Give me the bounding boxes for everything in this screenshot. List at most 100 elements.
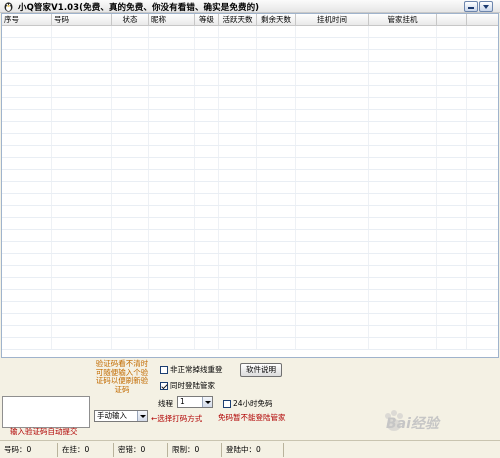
reconnect-checkbox[interactable]: 非正常掉线重登 — [160, 364, 223, 375]
column-header-active-days[interactable]: 活跃天数 — [219, 14, 257, 26]
column-header-level[interactable]: 等级 — [195, 14, 219, 26]
column-header-status[interactable]: 状态 — [112, 14, 149, 26]
column-header-nickname[interactable]: 昵称 — [149, 14, 195, 26]
chevron-down-icon[interactable] — [202, 397, 212, 407]
table-cell — [2, 290, 52, 301]
table-cell — [369, 206, 437, 217]
table-row — [2, 62, 498, 74]
table-cell — [296, 254, 369, 265]
table-cell — [437, 230, 467, 241]
table-cell — [149, 110, 195, 121]
table-row — [2, 26, 498, 38]
table-cell — [112, 74, 149, 85]
table-cell — [149, 146, 195, 157]
table-cell — [437, 110, 467, 121]
table-cell — [467, 278, 498, 289]
table-cell — [467, 98, 498, 109]
checkbox-box-checked[interactable] — [160, 381, 168, 390]
table-cell — [219, 314, 257, 325]
help-button[interactable]: 软件说明 — [240, 363, 282, 377]
table-cell — [437, 218, 467, 229]
table-cell — [437, 74, 467, 85]
table-cell — [296, 38, 369, 49]
column-header-guard-online[interactable]: 管家挂机 — [369, 14, 437, 26]
free-24h-checkbox[interactable]: 24小时免码 — [223, 398, 273, 409]
table-cell — [257, 278, 296, 289]
table-cell — [467, 182, 498, 193]
account-table[interactable]: 序号 号码 状态 昵称 等级 活跃天数 剩余天数 挂机时间 管家挂机 — [1, 13, 499, 358]
title-bar: 小Q管家V1.03(免费、真的免费、你没有看错、确实是免费的) — [0, 0, 500, 13]
table-cell — [369, 278, 437, 289]
table-cell — [195, 266, 219, 277]
table-row — [2, 290, 498, 302]
table-cell — [219, 254, 257, 265]
table-cell — [195, 206, 219, 217]
table-row — [2, 170, 498, 182]
table-cell — [257, 338, 296, 349]
table-row — [2, 182, 498, 194]
table-cell — [296, 158, 369, 169]
table-cell — [257, 26, 296, 37]
table-cell — [195, 38, 219, 49]
table-cell — [257, 254, 296, 265]
column-header-index[interactable]: 序号 — [2, 14, 52, 26]
table-cell — [369, 290, 437, 301]
checkbox-box[interactable] — [223, 399, 231, 408]
table-cell — [257, 290, 296, 301]
table-cell — [2, 38, 52, 49]
table-cell — [2, 50, 52, 61]
table-cell — [257, 170, 296, 181]
table-cell — [296, 230, 369, 241]
table-cell — [219, 62, 257, 73]
guard-login-checkbox[interactable]: 同时登陆管家 — [160, 380, 215, 391]
table-cell — [112, 230, 149, 241]
table-cell — [296, 278, 369, 289]
table-cell — [257, 314, 296, 325]
table-cell — [52, 230, 112, 241]
minimize-icon[interactable] — [464, 1, 478, 12]
table-cell — [257, 230, 296, 241]
table-cell — [467, 62, 498, 73]
thread-select[interactable]: 1 — [177, 396, 213, 408]
column-header-extra-1[interactable] — [437, 14, 467, 26]
table-cell — [257, 194, 296, 205]
table-cell — [52, 38, 112, 49]
table-cell — [149, 230, 195, 241]
table-cell — [112, 242, 149, 253]
watermark-text: Bai经验 — [386, 416, 439, 432]
table-row — [2, 74, 498, 86]
table-cell — [52, 302, 112, 313]
column-header-online-time[interactable]: 挂机时间 — [296, 14, 369, 26]
table-cell — [195, 314, 219, 325]
table-cell — [296, 26, 369, 37]
table-cell — [52, 326, 112, 337]
table-cell — [369, 314, 437, 325]
table-cell — [149, 242, 195, 253]
table-cell — [52, 290, 112, 301]
table-cell — [257, 86, 296, 97]
table-cell — [149, 26, 195, 37]
column-header-number[interactable]: 号码 — [52, 14, 112, 26]
table-cell — [149, 206, 195, 217]
table-cell — [219, 134, 257, 145]
table-cell — [369, 110, 437, 121]
table-cell — [195, 290, 219, 301]
checkbox-box[interactable] — [160, 365, 168, 374]
column-header-remaining-days[interactable]: 剩余天数 — [257, 14, 296, 26]
table-cell — [437, 122, 467, 133]
table-header: 序号 号码 状态 昵称 等级 活跃天数 剩余天数 挂机时间 管家挂机 — [2, 14, 498, 26]
captcha-input[interactable] — [2, 396, 90, 428]
table-cell — [437, 170, 467, 181]
table-cell — [296, 110, 369, 121]
captcha-mode-select[interactable]: 手动输入 — [94, 410, 148, 422]
chevron-down-icon[interactable] — [137, 411, 147, 421]
table-cell — [369, 74, 437, 85]
table-cell — [369, 26, 437, 37]
menu-arrow-icon[interactable] — [479, 1, 493, 12]
table-cell — [149, 314, 195, 325]
table-cell — [467, 146, 498, 157]
table-cell — [369, 302, 437, 313]
table-cell — [2, 302, 52, 313]
table-cell — [467, 254, 498, 265]
column-header-extra-2[interactable] — [467, 14, 498, 26]
